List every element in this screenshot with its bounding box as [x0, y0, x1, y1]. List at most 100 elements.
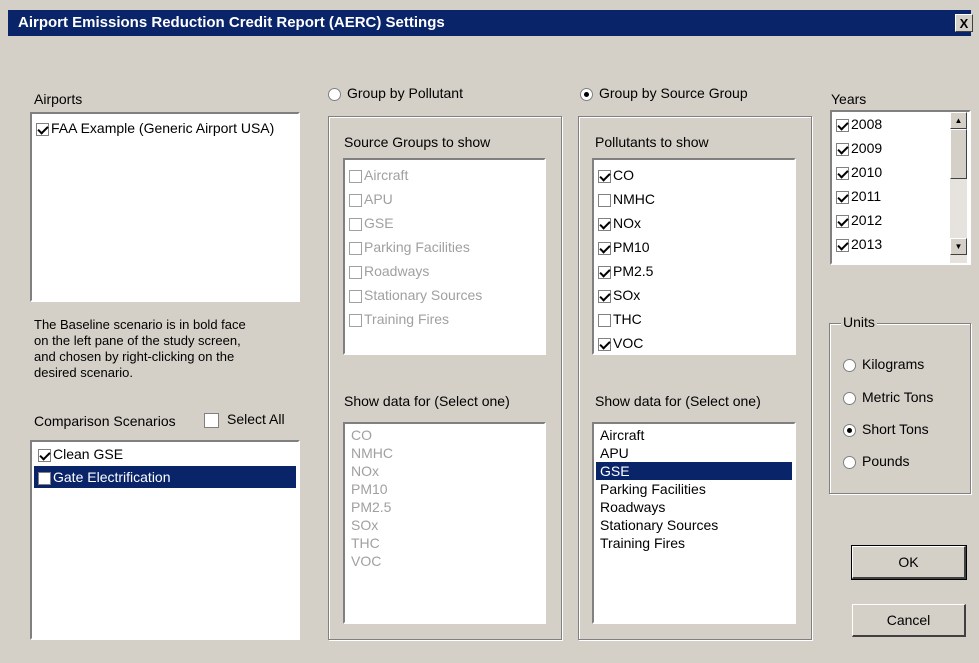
pollutant-list-item: NMHC: [351, 445, 393, 461]
year-item[interactable]: 2013: [836, 232, 882, 256]
baseline-note-line: desired scenario.: [34, 365, 133, 380]
source-group-label: Training Fires: [364, 311, 450, 327]
pollutant-label: NOx: [613, 215, 641, 231]
pollutant-label: SOx: [613, 287, 641, 303]
units-option[interactable]: Short Tons: [843, 421, 929, 437]
source-group-checkbox: [349, 313, 362, 327]
year-label: 2014: [851, 260, 882, 263]
comparison-item-label: Clean GSE: [53, 446, 124, 462]
units-radio[interactable]: [843, 423, 856, 437]
years-scrollbar[interactable]: ▲ ▼: [950, 112, 967, 263]
source-list-item[interactable]: APU: [596, 444, 792, 462]
units-radio[interactable]: [843, 455, 856, 469]
pollutant-item[interactable]: CO: [598, 163, 634, 187]
pollutant-item[interactable]: PM10: [598, 235, 650, 259]
airports-list[interactable]: FAA Example (Generic Airport USA): [30, 112, 300, 302]
group-by-source-radio[interactable]: Group by Source Group: [580, 85, 748, 101]
pollutant-item[interactable]: PM2.5: [598, 259, 653, 283]
pollutant-item[interactable]: NOx: [598, 211, 641, 235]
source-group-checkbox: [349, 169, 362, 183]
source-show-data-list[interactable]: Aircraft APU GSE Parking Facilities Road…: [592, 422, 796, 624]
pollutant-checkbox[interactable]: [598, 289, 611, 303]
year-checkbox[interactable]: [836, 190, 849, 204]
comparison-item[interactable]: Clean GSE: [34, 443, 296, 465]
select-all-checkbox[interactable]: [204, 412, 219, 428]
years-scroll-thumb[interactable]: [950, 129, 967, 179]
units-radio[interactable]: [843, 358, 856, 372]
pollutant-checkbox[interactable]: [598, 313, 611, 327]
pollutant-item[interactable]: SOx: [598, 283, 640, 307]
pollutant-label: CO: [613, 167, 634, 183]
year-item[interactable]: 2012: [836, 208, 882, 232]
pollutants-list[interactable]: CO NMHC NOx PM10 PM2.5 SOx THC VOC: [592, 158, 796, 355]
pollutants-to-show-label: Pollutants to show: [595, 134, 709, 150]
group-by-pollutant-radio[interactable]: Group by Pollutant: [328, 85, 463, 101]
pollutant-checkbox[interactable]: [598, 217, 611, 231]
source-group-label: Parking Facilities: [364, 239, 470, 255]
pollutant-show-data-list: CO NMHC NOx PM10 PM2.5 SOx THC VOC: [343, 422, 546, 624]
baseline-note-line: on the left pane of the study screen,: [34, 333, 241, 348]
triangle-down-icon[interactable]: ▼: [950, 238, 967, 255]
group-by-source-radio-button[interactable]: [580, 87, 593, 101]
units-option[interactable]: Pounds: [843, 453, 909, 469]
source-group-checkbox: [349, 265, 362, 279]
source-groups-label: Source Groups to show: [344, 134, 491, 150]
year-checkbox[interactable]: [836, 238, 849, 252]
source-list-item[interactable]: Stationary Sources: [596, 516, 792, 534]
source-group-item: Aircraft: [349, 163, 408, 187]
pollutant-label: VOC: [613, 335, 644, 351]
pollutant-checkbox[interactable]: [598, 169, 611, 183]
airport-item[interactable]: FAA Example (Generic Airport USA): [36, 116, 274, 140]
pollutant-item[interactable]: VOC: [598, 331, 644, 353]
source-group-checkbox: [349, 289, 362, 303]
year-label: 2011: [851, 188, 882, 204]
year-item[interactable]: 2010: [836, 160, 882, 184]
year-item[interactable]: 2011: [836, 184, 881, 208]
year-checkbox[interactable]: [836, 262, 849, 263]
close-button[interactable]: X: [955, 14, 973, 32]
source-list-item[interactable]: Roadways: [596, 498, 792, 516]
pollutant-checkbox[interactable]: [598, 193, 611, 207]
source-group-label: Aircraft: [364, 167, 409, 183]
title-bar: Airport Emissions Reduction Credit Repor…: [0, 0, 979, 42]
group-by-pollutant-radio-button[interactable]: [328, 87, 341, 101]
year-item[interactable]: 2008: [836, 112, 882, 136]
airport-checkbox[interactable]: [36, 122, 49, 136]
comparison-item-label: Gate Electrification: [53, 469, 171, 485]
cancel-button[interactable]: Cancel: [852, 604, 966, 637]
pollutant-item[interactable]: NMHC: [598, 187, 655, 211]
pollutant-item[interactable]: THC: [598, 307, 642, 331]
year-checkbox[interactable]: [836, 214, 849, 228]
source-list-item[interactable]: Training Fires: [596, 534, 792, 552]
pollutant-checkbox[interactable]: [598, 337, 611, 351]
source-list-item[interactable]: Aircraft: [596, 426, 792, 444]
source-list-item[interactable]: GSE: [596, 462, 792, 480]
pollutant-checkbox[interactable]: [598, 265, 611, 279]
units-radio[interactable]: [843, 391, 856, 405]
year-item[interactable]: 2014: [836, 256, 882, 263]
source-group-item: Training Fires: [349, 307, 449, 331]
year-checkbox[interactable]: [836, 166, 849, 180]
baseline-note-line: The Baseline scenario is in bold face: [34, 317, 246, 332]
units-option[interactable]: Metric Tons: [843, 389, 933, 405]
source-group-label: APU: [364, 191, 393, 207]
year-checkbox[interactable]: [836, 118, 849, 132]
comparison-checkbox[interactable]: [38, 448, 51, 462]
comparison-item[interactable]: Gate Electrification: [34, 466, 296, 488]
year-label: 2013: [851, 236, 883, 252]
comparison-checkbox[interactable]: [38, 471, 51, 485]
units-option[interactable]: Kilograms: [843, 356, 924, 372]
comparison-scenarios-list[interactable]: Clean GSE Gate Electrification: [30, 440, 300, 640]
year-item[interactable]: 2009: [836, 136, 882, 160]
select-all-control[interactable]: Select All: [204, 411, 285, 428]
source-list-item[interactable]: Parking Facilities: [596, 480, 792, 498]
group-by-source-label: Group by Source Group: [599, 85, 748, 101]
pollutant-checkbox[interactable]: [598, 241, 611, 255]
year-checkbox[interactable]: [836, 142, 849, 156]
pollutant-label: PM2.5: [613, 263, 654, 279]
years-list[interactable]: 2008 2009 2010 2011 2012 2013 2014 ▲ ▼: [830, 110, 971, 265]
ok-button[interactable]: OK: [851, 545, 967, 580]
triangle-up-icon[interactable]: ▲: [950, 112, 967, 129]
pollutant-label: THC: [613, 311, 642, 327]
source-group-checkbox: [349, 217, 362, 231]
